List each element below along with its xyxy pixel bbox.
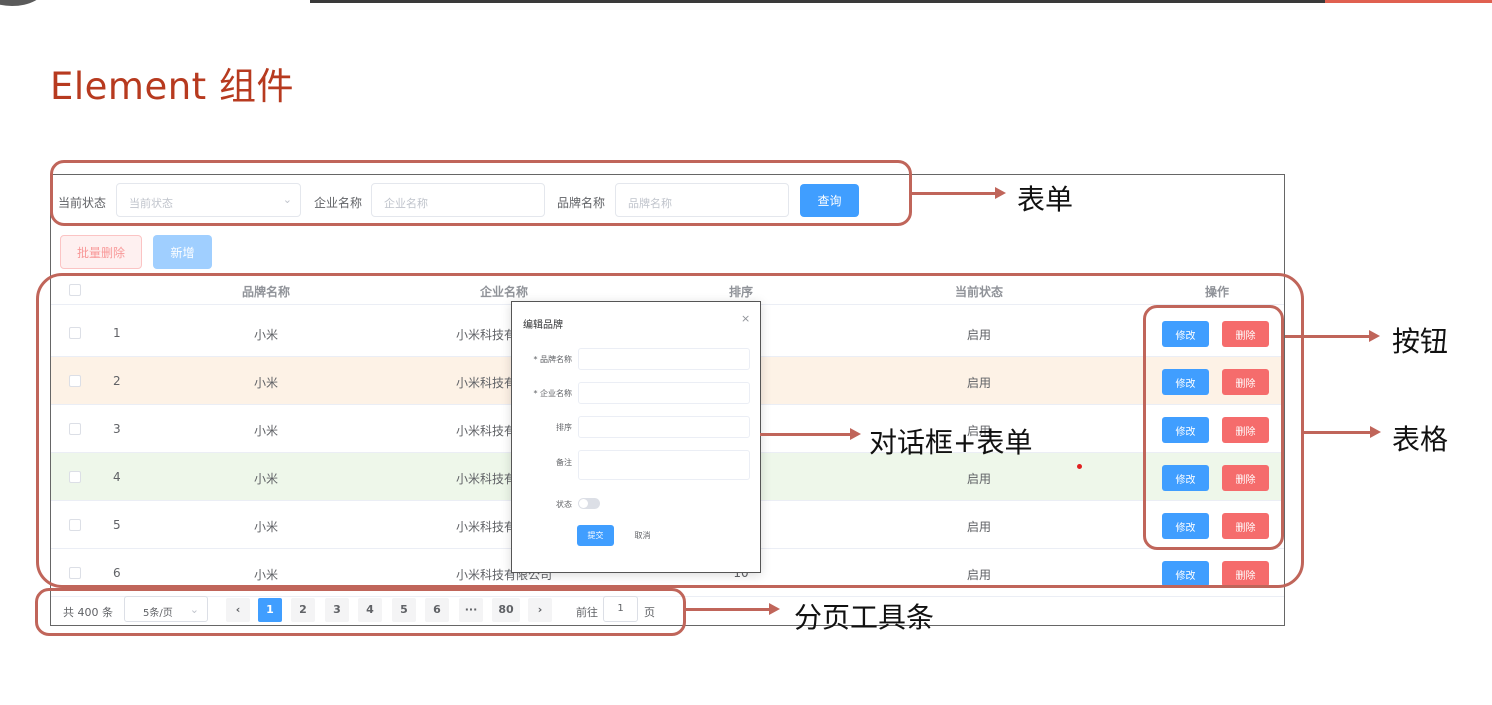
form-highlight-box [50,160,912,226]
annotation-pagination: 分页工具条 [794,601,935,634]
corner-decoration [0,0,44,6]
annotation-table: 表格 [1392,423,1449,456]
batch-delete-button[interactable]: 批量删除 [60,235,142,269]
laser-pointer-dot [1077,464,1082,469]
button-highlight-box [1143,305,1284,550]
annotation-dialog-form: 对话框+表单 [869,426,1033,459]
pagination-arrow [686,603,780,615]
table-highlight-box [36,273,1304,588]
annotation-form: 表单 [1017,183,1074,216]
slide-title: Element 组件 [50,65,294,108]
top-divider [310,0,1492,3]
form-arrow [912,187,1006,199]
add-button[interactable]: 新增 [153,235,212,269]
dialog-arrow [760,428,861,440]
button-arrow [1285,330,1380,342]
top-divider-accent [1325,0,1492,3]
table-arrow [1304,426,1381,438]
pagination-highlight-box [35,588,686,636]
annotation-button: 按钮 [1392,325,1449,358]
